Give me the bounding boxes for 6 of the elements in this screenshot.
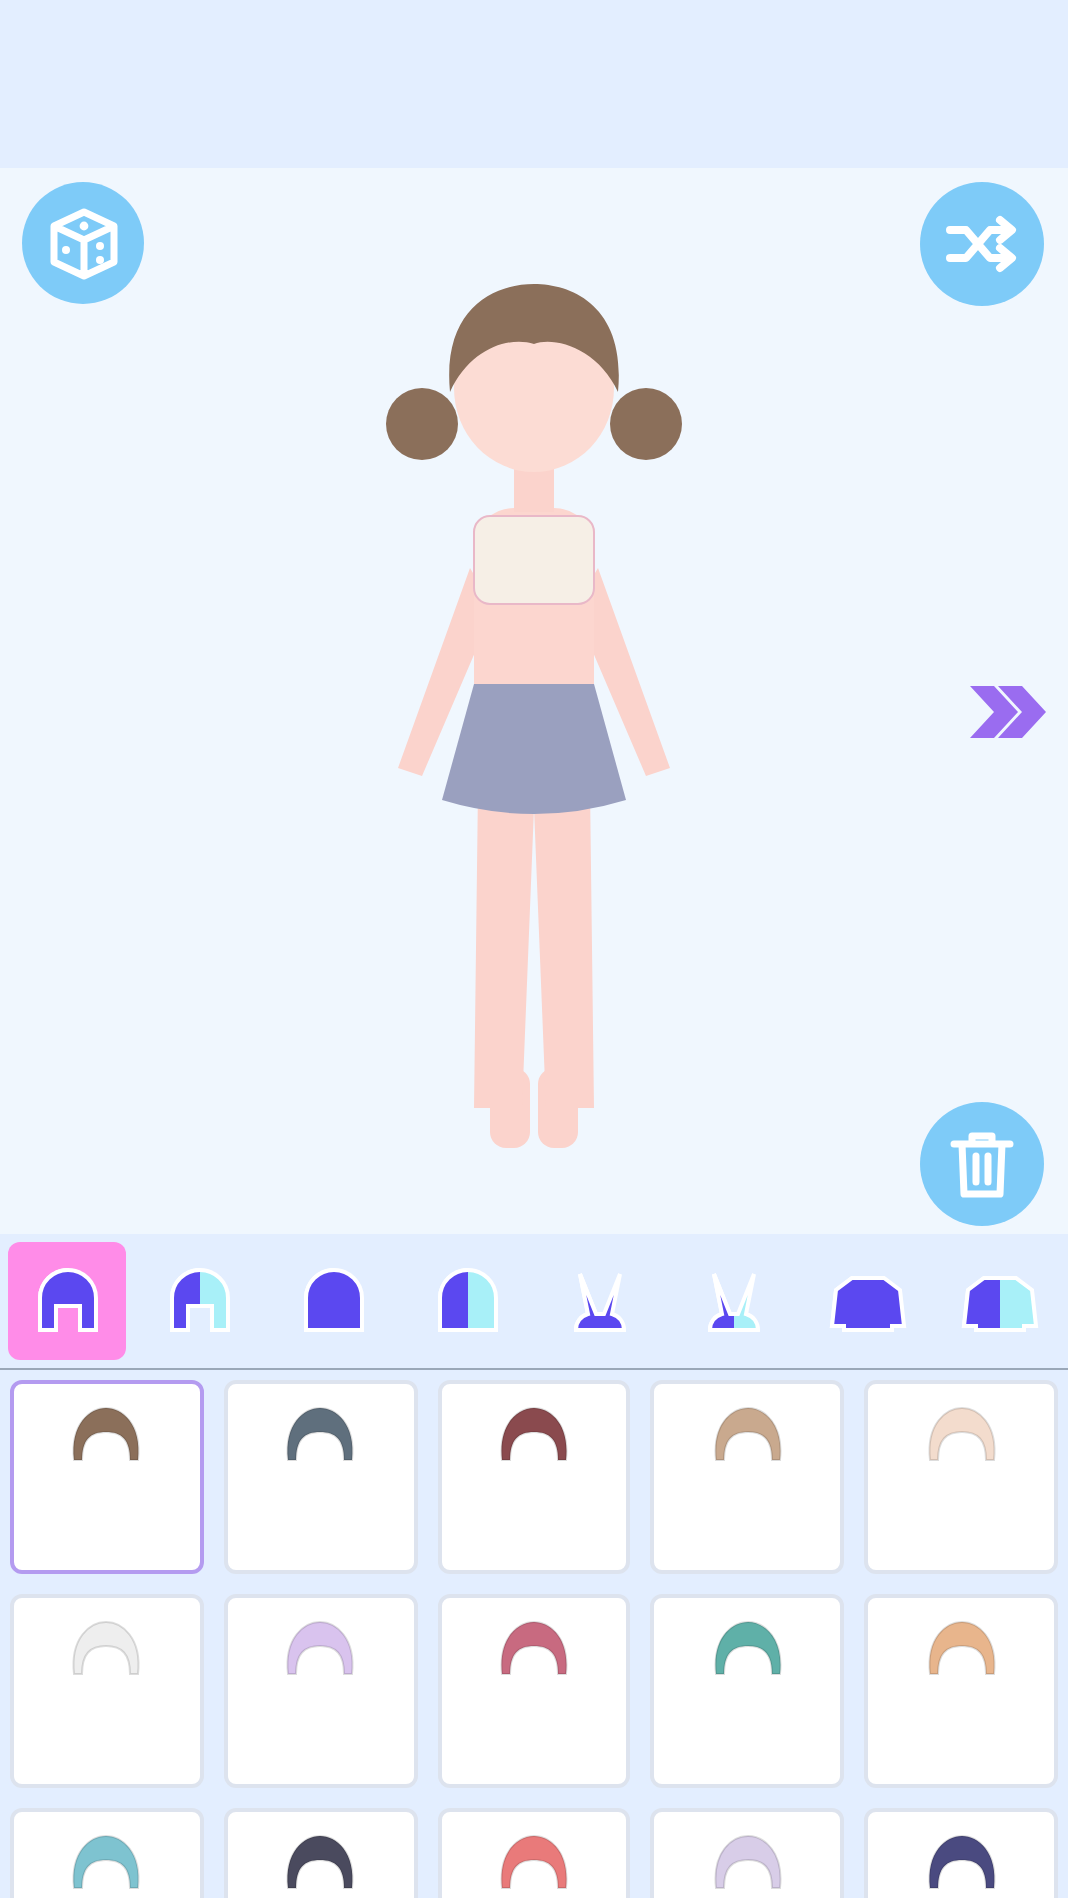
trash-icon (948, 1128, 1016, 1200)
next-arrows-icon[interactable] (966, 682, 1050, 742)
category-tab[interactable] (8, 1242, 126, 1360)
hairstyle-card[interactable] (10, 1380, 204, 1574)
dice-icon (45, 205, 121, 281)
shuffle-icon (942, 214, 1022, 274)
